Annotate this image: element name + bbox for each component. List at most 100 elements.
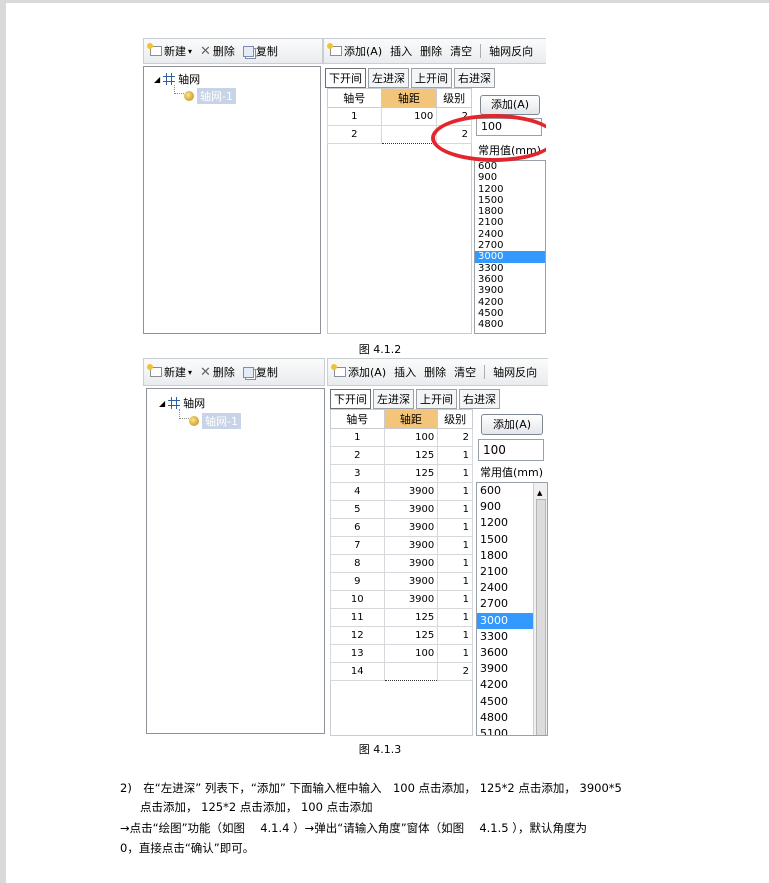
list-item[interactable]: 3300 [475,263,545,274]
axis-no-cell: 2 [330,446,385,465]
spacing-cell[interactable]: 3900 [383,518,439,537]
table-row[interactable]: 3 125 1 [330,464,473,483]
spacing-cell[interactable]: 100 [380,107,438,126]
list-item[interactable]: 1200 [475,184,545,195]
delete-axis-button[interactable]: 删除 [420,43,442,59]
level-cell[interactable]: 1 [437,500,473,519]
list-item[interactable]: 1800 [475,206,545,217]
clear-button[interactable]: 清空 [454,364,476,380]
level-cell[interactable]: 1 [437,554,473,573]
spacing-cell-editing[interactable] [383,662,439,681]
spacing-cell[interactable]: 125 [383,446,439,465]
list-item[interactable]: 2700 [475,240,545,251]
table-row[interactable]: 2 125 1 [330,446,473,465]
add-axis-button[interactable]: 添加(A) [331,364,386,380]
tree-connector [179,409,189,419]
add-axis-button[interactable]: 添加(A) [327,43,382,59]
tree-child-node[interactable]: 轴网-1 [184,88,236,104]
table-row[interactable]: 13 100 1 [330,644,473,663]
level-cell[interactable]: 1 [437,464,473,483]
tab-bottom-bay[interactable]: 下开间 [325,68,366,88]
scroll-thumb[interactable] [536,499,546,735]
list-item[interactable]: 3900 [475,285,545,296]
spacing-cell[interactable]: 3900 [383,554,439,573]
spacing-cell[interactable]: 3900 [383,482,439,501]
spacing-cell[interactable]: 3900 [383,572,439,591]
table-row[interactable]: 7 3900 1 [330,536,473,555]
tab-right-depth[interactable]: 右进深 [454,68,495,88]
list-item[interactable]: 3600 [475,274,545,285]
list-item[interactable]: 4500 [475,308,545,319]
table-row[interactable]: 10 3900 1 [330,590,473,609]
tree-child-node[interactable]: 轴网-1 [189,413,241,429]
collapse-icon[interactable]: ◢ [159,399,165,408]
level-cell[interactable]: 2 [437,428,473,447]
delete-button[interactable]: ✕ 删除 [200,364,235,380]
level-cell[interactable]: 1 [437,536,473,555]
insert-button[interactable]: 插入 [390,43,412,59]
clear-button[interactable]: 清空 [450,43,472,59]
add-value-button[interactable]: 添加(A) [481,414,543,435]
spacing-cell[interactable]: 3900 [383,536,439,555]
level-cell[interactable]: 1 [437,644,473,663]
table-row[interactable]: 11 125 1 [330,608,473,627]
level-cell[interactable]: 1 [437,608,473,627]
spacing-cell[interactable]: 125 [383,464,439,483]
copy-button[interactable]: 复制 [242,43,278,59]
page-top-edge [0,0,769,3]
level-cell[interactable]: 1 [437,518,473,537]
tab-left-depth[interactable]: 左进深 [373,389,414,409]
reverse-grid-button[interactable]: 轴网反向 [493,364,537,380]
table-row[interactable]: 14 2 [330,662,473,681]
grid-toolbar: 添加(A) 插入 删除 清空 轴网反向 [323,38,546,64]
list-item[interactable]: 2100 [475,217,545,228]
list-item[interactable]: 4200 [475,297,545,308]
tab-right-depth[interactable]: 右进深 [459,389,500,409]
insert-button[interactable]: 插入 [394,364,416,380]
list-item-selected[interactable]: 3000 [477,612,533,629]
table-row[interactable]: 12 125 1 [330,626,473,645]
tab-top-bay[interactable]: 上开间 [411,68,452,88]
level-cell[interactable]: 1 [437,626,473,645]
new-button[interactable]: 新建 ▾ [147,364,192,380]
add-value-button[interactable]: 添加(A) [480,95,540,115]
spacing-cell[interactable]: 100 [383,644,439,663]
list-scrollbar[interactable]: ▲ [533,483,547,735]
spacing-cell[interactable]: 3900 [383,500,439,519]
delete-axis-button[interactable]: 删除 [424,364,446,380]
list-item[interactable]: 600 [475,161,545,172]
tab-bottom-bay[interactable]: 下开间 [330,389,371,409]
spacing-cell[interactable]: 125 [383,608,439,627]
copy-button[interactable]: 复制 [242,364,278,380]
reverse-grid-button[interactable]: 轴网反向 [489,43,533,59]
collapse-icon[interactable]: ◢ [154,75,160,84]
spacing-cell[interactable]: 3900 [383,590,439,609]
common-values-list[interactable]: 600 900 1200 1500 1800 2100 2400 2700 30… [474,160,546,334]
level-cell[interactable]: 1 [437,572,473,591]
level-cell[interactable]: 2 [437,662,473,681]
tab-top-bay[interactable]: 上开间 [416,389,457,409]
level-cell[interactable]: 1 [437,482,473,501]
common-values-list[interactable]: 600 900 1200 1500 1800 2100 2400 2700 30… [476,482,548,736]
table-row[interactable]: 4 3900 1 [330,482,473,501]
spacing-cell[interactable]: 125 [383,626,439,645]
axis-grid-icon [163,73,176,85]
table-row[interactable]: 9 3900 1 [330,572,473,591]
new-button[interactable]: 新建 ▾ [147,43,192,59]
delete-button[interactable]: ✕ 删除 [200,43,235,59]
tab-left-depth[interactable]: 左进深 [368,68,409,88]
spacing-cell-editing[interactable] [380,125,438,144]
list-item[interactable]: 900 [475,172,545,183]
table-row[interactable]: 5 3900 1 [330,500,473,519]
level-cell[interactable]: 1 [437,590,473,609]
level-cell[interactable]: 1 [437,446,473,465]
list-item[interactable]: 4800 [475,319,545,330]
list-item[interactable]: 1500 [475,195,545,206]
table-row[interactable]: 6 3900 1 [330,518,473,537]
list-item-selected[interactable]: 3000 [475,251,545,263]
value-input[interactable]: 100 [478,439,544,461]
table-row[interactable]: 1 100 2 [330,428,473,447]
list-item[interactable]: 2400 [475,229,545,240]
spacing-cell[interactable]: 100 [383,428,439,447]
table-row[interactable]: 8 3900 1 [330,554,473,573]
